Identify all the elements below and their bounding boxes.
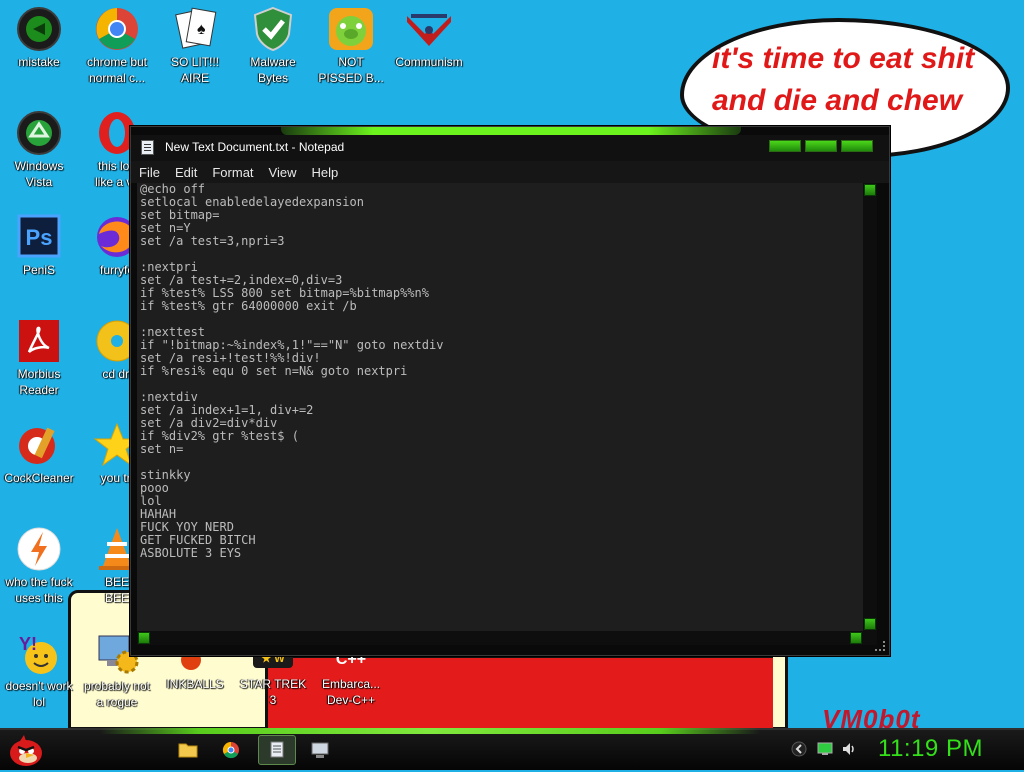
desktop-icon-morbius-reader[interactable]: Morbius Reader [0, 318, 79, 398]
menu-file[interactable]: File [131, 165, 167, 180]
desktop-icon-windows-vista[interactable]: Windows Vista [0, 110, 79, 190]
desktop-icon-communism[interactable]: Communism [389, 6, 469, 70]
desktop-icon-penis[interactable]: Ps PeniS [0, 214, 79, 278]
vertical-scrollbar[interactable] [863, 183, 877, 631]
solitaire-cards-icon: ♠ [171, 6, 219, 52]
horizontal-scrollbar[interactable] [137, 631, 877, 645]
taskbar-clock[interactable]: 11:19 PM [878, 735, 983, 763]
notepad-icon [141, 140, 154, 155]
desktop-icon-who-uses-this[interactable]: who the fuck uses this [0, 526, 79, 606]
lightning-icon [15, 526, 63, 572]
scroll-right-button[interactable] [850, 632, 862, 644]
svg-text:♠: ♠ [197, 21, 206, 38]
svg-text:Y!: Y! [19, 634, 37, 654]
acrobat-icon [15, 318, 63, 364]
maximize-button[interactable] [805, 140, 837, 152]
notepad-icon [270, 741, 284, 758]
desktop-icon-mistake[interactable]: mistake [0, 6, 79, 70]
yahoo-messenger-icon: Y! [15, 630, 63, 676]
menu-format[interactable]: Format [204, 165, 260, 180]
window-glow-strip [281, 127, 741, 135]
desktop-icon-chrome[interactable]: chrome but normal c... [77, 6, 157, 86]
menu-edit[interactable]: Edit [167, 165, 204, 180]
desktop-icon-doesnt-work[interactable]: Y! doesn't work lol [0, 630, 79, 710]
notepad-titlebar[interactable]: New Text Document.txt - Notepad [131, 135, 889, 161]
notepad-menubar: File Edit Format View Help [131, 161, 889, 183]
desktop-icon-not-pissed-birds[interactable]: NOT PISSED B... [311, 6, 391, 86]
window-controls [769, 140, 873, 154]
desktop-icon-cockcleaner[interactable]: CockCleaner [0, 422, 79, 486]
menu-help[interactable]: Help [303, 165, 345, 180]
document-text[interactable]: @echo off setlocal enabledelayedexpansio… [140, 183, 443, 560]
taskbar-notepad-button[interactable] [258, 735, 296, 765]
shield-check-icon [249, 6, 297, 52]
desktop-icon-malwarebytes[interactable]: Malware Bytes [233, 6, 313, 86]
network-icon[interactable] [817, 741, 833, 757]
photoshop-icon: Ps [15, 214, 63, 260]
recycle-orb-icon [15, 110, 63, 156]
svg-text:Ps: Ps [26, 225, 53, 250]
chrome-icon [222, 741, 239, 759]
notepad-window[interactable]: New Text Document.txt - Notepad File Edi… [130, 126, 890, 656]
scroll-up-button[interactable] [864, 184, 876, 196]
ccleaner-icon [15, 422, 63, 468]
red-emblem-icon [405, 6, 453, 52]
minimize-button[interactable] [769, 140, 801, 152]
taskbar [0, 728, 1024, 770]
desktop-icon-solitaire[interactable]: ♠ SO LIT!!! AIRE [155, 6, 235, 86]
taskbar-chrome-button[interactable] [215, 735, 247, 765]
chrome-icon [93, 6, 141, 52]
window-title: New Text Document.txt - Notepad [165, 140, 345, 154]
angry-bird-icon [10, 735, 42, 766]
scroll-left-button[interactable] [138, 632, 150, 644]
volume-icon[interactable] [841, 741, 857, 757]
taskbar-computer-button[interactable] [304, 735, 336, 765]
chevron-left-icon[interactable] [791, 741, 807, 757]
green-power-orb-icon [15, 6, 63, 52]
resize-grip[interactable] [875, 641, 885, 651]
taskbar-explorer-button[interactable] [172, 735, 204, 765]
menu-view[interactable]: View [261, 165, 304, 180]
taskbar-glow [100, 728, 760, 734]
folder-icon [178, 743, 198, 758]
scroll-down-button[interactable] [864, 618, 876, 630]
notepad-editor[interactable]: @echo off setlocal enabledelayedexpansio… [137, 183, 877, 631]
angry-pig-icon [327, 6, 375, 52]
computer-icon [311, 742, 329, 758]
start-button[interactable] [6, 733, 46, 767]
close-button[interactable] [841, 140, 873, 152]
